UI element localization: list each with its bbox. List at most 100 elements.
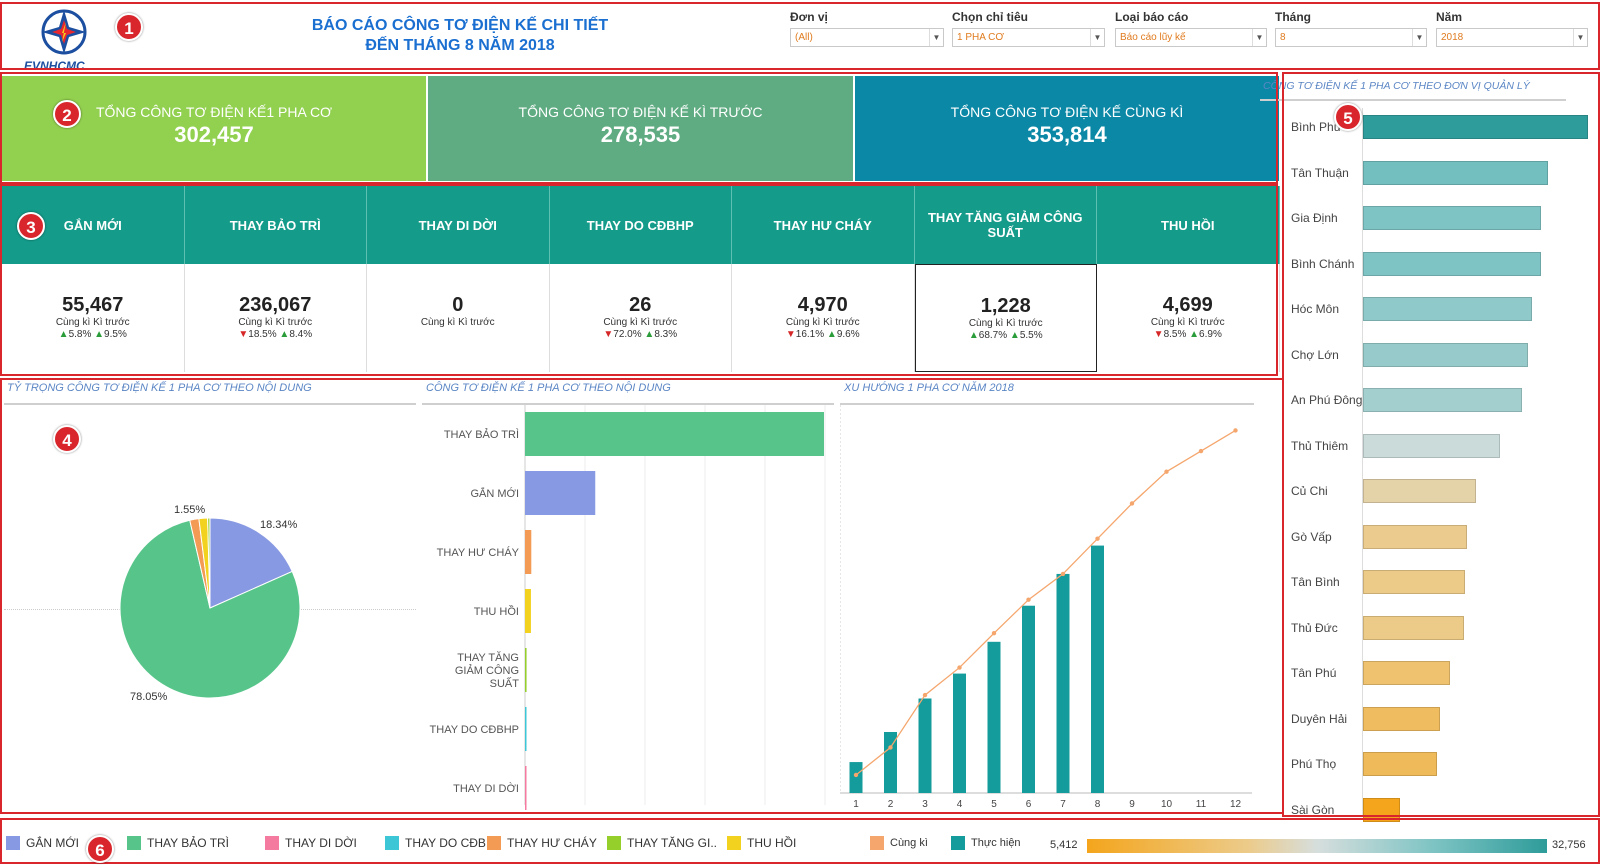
- trend-point-10[interactable]: [1164, 470, 1168, 474]
- legend-thay-do-cdb[interactable]: THAY DO CĐB..: [385, 836, 493, 850]
- content-bar-thay-bao-tri[interactable]: [525, 412, 824, 456]
- chevron-down-icon[interactable]: ▼: [1252, 29, 1266, 46]
- chevron-down-icon[interactable]: ▼: [1573, 29, 1587, 46]
- pie-panel-title: TỶ TRỌNG CÔNG TƠ ĐIỆN KẾ 1 PHA CƠ THEO N…: [7, 382, 312, 394]
- metric-compare-values: ▼18.5% ▲8.4%: [185, 329, 367, 341]
- trend-bar-8[interactable]: [1091, 546, 1104, 793]
- trend-point-11[interactable]: [1199, 449, 1203, 453]
- metric-value: 236,067: [185, 294, 367, 317]
- legend-gan-moi[interactable]: GẮN MỚI: [6, 836, 79, 850]
- metric-head-thay-di-doi: THAY DI DỜI: [367, 186, 550, 264]
- trend-point-6[interactable]: [1026, 598, 1030, 602]
- unit-bar-tan-binh[interactable]: [1363, 570, 1465, 594]
- legend-thay-tang-gi[interactable]: THAY TĂNG GI..: [607, 836, 717, 850]
- trend-point-9[interactable]: [1130, 501, 1134, 505]
- pie-label-gan-moi: 18.34%: [260, 519, 297, 531]
- metric-cell-thay-bao-tri[interactable]: 236,067Cùng kì Kì trước▼18.5% ▲8.4%: [185, 264, 368, 372]
- content-bar-label-thay-di-doi: THAY DI DỜI: [453, 782, 519, 795]
- content-bar-thay-tang-giam-cong-suat[interactable]: [525, 648, 527, 692]
- filter-select-4[interactable]: 8▼: [1275, 28, 1427, 47]
- unit-bar-thu-thiem[interactable]: [1363, 434, 1500, 458]
- trend-point-4[interactable]: [957, 665, 961, 669]
- metric-cell-gan-moi[interactable]: 55,467Cùng kì Kì trước▲5.8% ▲9.5%: [2, 264, 185, 372]
- arrow-up-icon: ▲: [1189, 329, 1199, 340]
- trend-bar-6[interactable]: [1022, 606, 1035, 793]
- filter-select-5[interactable]: 2018▼: [1436, 28, 1588, 47]
- content-bar-label-thay-tang-giam-cong-suat: THAY TĂNGGIẢM CÔNGSUẤT: [455, 651, 519, 690]
- legend-thay-di-doi[interactable]: THAY DI DỜI: [265, 836, 357, 850]
- unit-bar-thu-duc[interactable]: [1363, 616, 1464, 640]
- trend-point-3[interactable]: [923, 693, 927, 697]
- content-bar-thay-di-doi[interactable]: [525, 766, 527, 810]
- unit-label-binh-phu: Bình Phú: [1291, 120, 1340, 134]
- trend-bar-4[interactable]: [953, 674, 966, 793]
- legend-label: THAY DI DỜI: [285, 836, 357, 850]
- trend-bar-5[interactable]: [988, 642, 1001, 793]
- chevron-down-icon[interactable]: ▼: [1412, 29, 1426, 46]
- kpi-label: TỔNG CÔNG TƠ ĐIỆN KẾ CÙNG KÌ: [855, 104, 1279, 120]
- metric-cell-thay-do-cdbhp[interactable]: 26Cùng kì Kì trước▼72.0% ▲8.3%: [550, 264, 733, 372]
- unit-bar-sai-gon[interactable]: [1363, 798, 1400, 822]
- trend-point-1[interactable]: [854, 773, 858, 777]
- unit-label-binh-chanh: Bình Chánh: [1291, 257, 1354, 271]
- content-bar-gan-moi[interactable]: [525, 471, 595, 515]
- filter-select-3[interactable]: Báo cáo lũy kế ▼: [1115, 28, 1267, 47]
- pie-chart: [110, 508, 310, 708]
- chevron-down-icon[interactable]: ▼: [929, 29, 943, 46]
- trend-point-12[interactable]: [1233, 428, 1237, 432]
- unit-bar-cho-lon[interactable]: [1363, 343, 1528, 367]
- trend-x-tick: 8: [1095, 799, 1101, 810]
- metric-cell-thay-tang-giam-cong-suat[interactable]: 1,228Cùng kì Kì trước▲68.7% ▲5.5%: [915, 264, 1098, 372]
- legend-thay-bao-tri[interactable]: THAY BẢO TRÌ: [127, 836, 229, 850]
- unit-bar-tan-phu[interactable]: [1363, 661, 1450, 685]
- arrow-up-icon: ▲: [827, 329, 837, 340]
- trend-point-5[interactable]: [992, 631, 996, 635]
- trend-line-cung-ki[interactable]: [856, 430, 1236, 774]
- unit-bar-gia-dinh[interactable]: [1363, 206, 1541, 230]
- metric-compare-values: ▼16.1% ▲9.6%: [732, 329, 914, 341]
- kpi-value: 353,814: [855, 122, 1279, 148]
- metric-compare-labels: Cùng kì Kì trước: [2, 317, 184, 329]
- arrow-up-icon: ▲: [1010, 330, 1020, 341]
- trend-point-2[interactable]: [888, 745, 892, 749]
- metric-cell-thay-di-doi[interactable]: 0Cùng kì Kì trước: [367, 264, 550, 372]
- metric-cungki-change: 16.1%: [796, 329, 824, 340]
- filter-value: Báo cáo lũy kế: [1120, 32, 1186, 43]
- badge-2: 2: [53, 100, 81, 128]
- legend-label-thuc-hien: Thực hiện: [971, 837, 1021, 849]
- metric-cell-thay-hu-chay[interactable]: 4,970Cùng kì Kì trước▼16.1% ▲9.6%: [732, 264, 915, 372]
- unit-bar-go-vap[interactable]: [1363, 525, 1467, 549]
- content-bar-thu-hoi[interactable]: [525, 589, 531, 633]
- metric-head-thay-tang-giam-cong-suat: THAY TĂNG GIẢM CÔNG SUẤT: [915, 186, 1098, 264]
- trend-x-tick: 4: [957, 799, 963, 810]
- pie-panel-divider: [4, 403, 416, 405]
- unit-bar-cu-chi[interactable]: [1363, 479, 1476, 503]
- unit-bar-binh-phu[interactable]: [1363, 115, 1588, 139]
- filter-label-4: Tháng: [1275, 10, 1311, 24]
- filter-select-2[interactable]: 1 PHA CƠ▼: [952, 28, 1105, 47]
- trend-point-8[interactable]: [1095, 537, 1099, 541]
- trend-x-tick: 7: [1060, 799, 1066, 810]
- unit-bar-tan-thuan[interactable]: [1363, 161, 1548, 185]
- trend-bar-7[interactable]: [1057, 574, 1070, 793]
- unit-bar-binh-chanh[interactable]: [1363, 252, 1541, 276]
- unit-bar-an-phu-dong[interactable]: [1363, 388, 1522, 412]
- filter-value: (All): [795, 32, 813, 43]
- trend-point-7[interactable]: [1061, 572, 1065, 576]
- trend-bar-3[interactable]: [919, 699, 932, 794]
- legend-thuc-hien[interactable]: Thực hiện: [951, 836, 1021, 850]
- unit-bar-hoc-mon[interactable]: [1363, 297, 1532, 321]
- legend-thu-hoi[interactable]: THU HỒI: [727, 836, 796, 850]
- unit-bar-phu-tho[interactable]: [1363, 752, 1437, 776]
- trend-bar-1[interactable]: [850, 762, 863, 793]
- legend-cung-ki[interactable]: Cùng kì: [870, 836, 928, 850]
- content-bar-thay-do-cdbhp[interactable]: [525, 707, 527, 751]
- filter-label-1: Đơn vị: [790, 10, 828, 24]
- chevron-down-icon[interactable]: ▼: [1090, 29, 1104, 46]
- filter-select-1[interactable]: (All) ▼: [790, 28, 944, 47]
- metric-cell-thu-hoi[interactable]: 4,699Cùng kì Kì trước▼8.5% ▲6.9%: [1097, 264, 1280, 372]
- unit-bar-duyen-hai[interactable]: [1363, 707, 1440, 731]
- legend-swatch: [6, 836, 20, 850]
- legend-thay-hu-chay[interactable]: THAY HƯ CHÁY: [487, 836, 597, 850]
- content-bar-thay-hu-chay[interactable]: [525, 530, 531, 574]
